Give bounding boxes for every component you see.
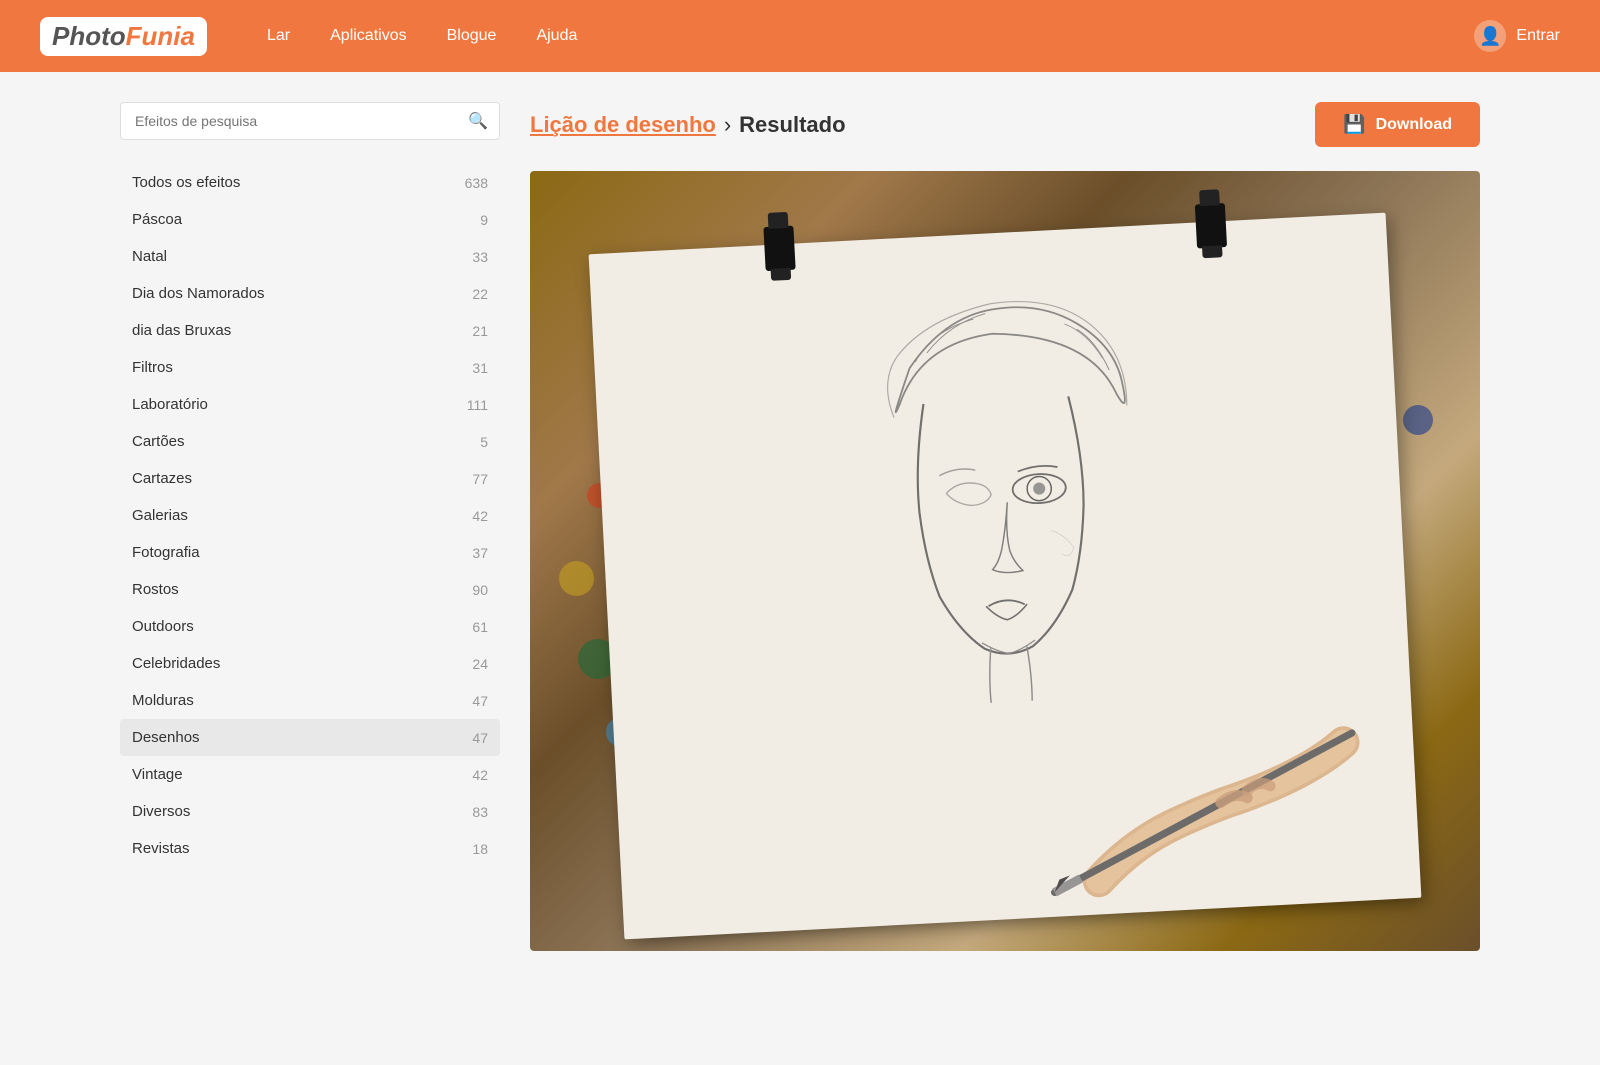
sidebar-item-rostos[interactable]: Rostos 90 (120, 571, 500, 608)
main-container: 🔍 Todos os efeitos 638 Páscoa 9 Natal 33… (100, 72, 1500, 981)
sidebar-item-count: 42 (472, 767, 488, 783)
logo[interactable]: PhotoFunia (40, 17, 207, 56)
sidebar-item-natal[interactable]: Natal 33 (120, 238, 500, 275)
nav-aplicativos[interactable]: Aplicativos (330, 27, 406, 45)
clip-right (1195, 203, 1227, 249)
sidebar-item-páscoa[interactable]: Páscoa 9 (120, 201, 500, 238)
nav-lar[interactable]: Lar (267, 27, 290, 45)
sidebar-item-revistas[interactable]: Revistas 18 (120, 830, 500, 867)
sidebar-item-count: 90 (472, 582, 488, 598)
breadcrumb: Lição de desenho › Resultado (530, 112, 846, 138)
sidebar-item-label: Revistas (132, 840, 190, 857)
sidebar-item-cartões[interactable]: Cartões 5 (120, 423, 500, 460)
search-icon: 🔍 (468, 111, 488, 131)
sidebar: 🔍 Todos os efeitos 638 Páscoa 9 Natal 33… (120, 102, 500, 951)
sidebar-item-label: Dia dos Namorados (132, 285, 265, 302)
sidebar-item-label: Diversos (132, 803, 190, 820)
breadcrumb-current: Resultado (739, 112, 845, 138)
search-input[interactable] (120, 102, 500, 140)
hand-svg (1035, 666, 1405, 904)
sidebar-item-label: Desenhos (132, 729, 200, 746)
sidebar-item-count: 9 (480, 212, 488, 228)
sidebar-item-fotografia[interactable]: Fotografia 37 (120, 534, 500, 571)
sidebar-item-count: 61 (472, 619, 488, 635)
breadcrumb-separator: › (724, 112, 731, 138)
sidebar-item-label: Cartazes (132, 470, 192, 487)
sidebar-item-count: 83 (472, 804, 488, 820)
user-icon: 👤 (1474, 20, 1506, 52)
sidebar-item-label: dia das Bruxas (132, 322, 231, 339)
login-area[interactable]: 👤 Entrar (1474, 20, 1560, 52)
sidebar-item-label: Filtros (132, 359, 173, 376)
category-list: Todos os efeitos 638 Páscoa 9 Natal 33 D… (120, 164, 500, 867)
sidebar-item-dia-das-bruxas[interactable]: dia das Bruxas 21 (120, 312, 500, 349)
download-icon: 💾 (1343, 114, 1365, 135)
sidebar-item-count: 22 (472, 286, 488, 302)
nav-ajuda[interactable]: Ajuda (536, 27, 577, 45)
sidebar-item-label: Molduras (132, 692, 194, 709)
download-label: Download (1376, 116, 1452, 134)
sidebar-item-todos-os-efeitos[interactable]: Todos os efeitos 638 (120, 164, 500, 201)
sidebar-item-count: 47 (472, 693, 488, 709)
sidebar-item-count: 33 (472, 249, 488, 265)
breadcrumb-link[interactable]: Lição de desenho (530, 112, 716, 138)
sidebar-item-vintage[interactable]: Vintage 42 (120, 756, 500, 793)
sidebar-item-label: Celebridades (132, 655, 220, 672)
sidebar-item-label: Vintage (132, 766, 183, 783)
sidebar-item-count: 47 (472, 730, 488, 746)
sidebar-item-count: 31 (472, 360, 488, 376)
sidebar-item-label: Galerias (132, 507, 188, 524)
sidebar-item-count: 638 (465, 175, 488, 191)
sidebar-item-diversos[interactable]: Diversos 83 (120, 793, 500, 830)
result-image-container (530, 171, 1480, 951)
sidebar-item-cartazes[interactable]: Cartazes 77 (120, 460, 500, 497)
sidebar-item-filtros[interactable]: Filtros 31 (120, 349, 500, 386)
breadcrumb-bar: Lição de desenho › Resultado 💾 Download (530, 102, 1480, 147)
sidebar-item-count: 42 (472, 508, 488, 524)
paper (589, 213, 1422, 940)
sidebar-item-label: Natal (132, 248, 167, 265)
sidebar-item-label: Outdoors (132, 618, 194, 635)
logo-funia: Funia (126, 21, 195, 52)
sidebar-item-dia-dos-namorados[interactable]: Dia dos Namorados 22 (120, 275, 500, 312)
sidebar-item-count: 37 (472, 545, 488, 561)
sidebar-item-galerias[interactable]: Galerias 42 (120, 497, 500, 534)
clip-left (763, 226, 795, 272)
nav-blogue[interactable]: Blogue (447, 27, 497, 45)
sidebar-item-molduras[interactable]: Molduras 47 (120, 682, 500, 719)
logo-photo: Photo (52, 21, 126, 52)
sidebar-item-count: 24 (472, 656, 488, 672)
sidebar-item-outdoors[interactable]: Outdoors 61 (120, 608, 500, 645)
result-image (530, 171, 1480, 951)
sidebar-item-label: Rostos (132, 581, 179, 598)
search-container: 🔍 (120, 102, 500, 140)
sidebar-item-desenhos[interactable]: Desenhos 47 (120, 719, 500, 756)
sidebar-item-label: Fotografia (132, 544, 200, 561)
sidebar-item-count: 77 (472, 471, 488, 487)
download-button[interactable]: 💾 Download (1315, 102, 1480, 147)
sidebar-item-label: Laboratório (132, 396, 208, 413)
main-nav: Lar Aplicativos Blogue Ajuda (267, 27, 1474, 45)
sidebar-item-label: Todos os efeitos (132, 174, 240, 191)
sidebar-item-celebridades[interactable]: Celebridades 24 (120, 645, 500, 682)
sidebar-item-count: 18 (472, 841, 488, 857)
sidebar-item-laboratório[interactable]: Laboratório 111 (120, 386, 500, 423)
sidebar-item-count: 5 (480, 434, 488, 450)
content-area: Lição de desenho › Resultado 💾 Download (500, 102, 1480, 951)
header: PhotoFunia Lar Aplicativos Blogue Ajuda … (0, 0, 1600, 72)
login-label: Entrar (1516, 27, 1560, 45)
sidebar-item-count: 21 (472, 323, 488, 339)
sidebar-item-label: Cartões (132, 433, 185, 450)
sidebar-item-count: 111 (467, 397, 488, 413)
sidebar-item-label: Páscoa (132, 211, 182, 228)
